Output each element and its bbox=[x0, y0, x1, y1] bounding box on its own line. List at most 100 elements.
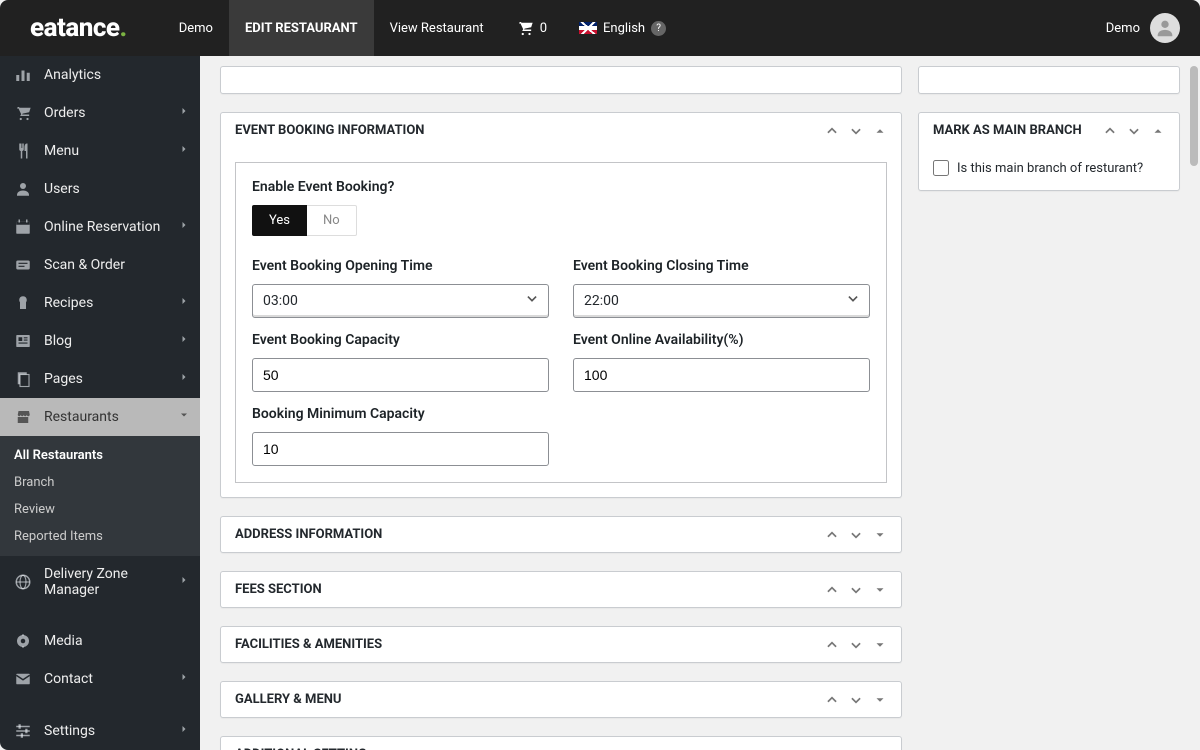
panel-main-branch: MARK AS MAIN BRANCH Is this main branch … bbox=[918, 112, 1180, 191]
panel-head-event-booking[interactable]: EVENT BOOKING INFORMATION bbox=[221, 113, 901, 148]
cart-icon bbox=[516, 19, 534, 37]
sidebar-item-pages[interactable]: Pages bbox=[0, 360, 200, 398]
logo-text: eatance bbox=[30, 13, 119, 43]
topnav-cart[interactable]: 0 bbox=[500, 0, 563, 56]
chevron-right-icon bbox=[178, 105, 190, 121]
sidebar-item-label: Media bbox=[44, 633, 83, 649]
subitem-all-restaurants[interactable]: All Restaurants bbox=[0, 442, 200, 469]
panel-head-address[interactable]: ADDRESS INFORMATION bbox=[221, 517, 901, 552]
logo-dot: . bbox=[119, 13, 126, 43]
store-icon bbox=[14, 408, 32, 426]
capacity-input[interactable] bbox=[252, 358, 549, 392]
move-up-icon[interactable] bbox=[1103, 124, 1117, 138]
availability-input[interactable] bbox=[573, 358, 870, 392]
closing-time-select[interactable]: 22:00 bbox=[573, 284, 870, 318]
move-up-icon[interactable] bbox=[825, 693, 839, 707]
move-down-icon[interactable] bbox=[849, 124, 863, 138]
topbar: eatance. Demo EDIT RESTAURANT View Resta… bbox=[0, 0, 1200, 56]
move-up-icon[interactable] bbox=[825, 638, 839, 652]
sidebar-item-label: Contact bbox=[44, 671, 93, 687]
closing-time-label: Event Booking Closing Time bbox=[573, 258, 870, 274]
sidebar-item-scan[interactable]: Scan & Order bbox=[0, 246, 200, 284]
enable-booking-label: Enable Event Booking? bbox=[252, 179, 870, 195]
sidebar-item-label: Users bbox=[44, 181, 80, 197]
topnav-view-restaurant[interactable]: View Restaurant bbox=[374, 0, 500, 56]
move-up-icon[interactable] bbox=[825, 124, 839, 138]
panel-gallery: GALLERY & MENU bbox=[220, 681, 902, 718]
toggle-no[interactable]: No bbox=[307, 205, 357, 236]
sidebar-item-label: Orders bbox=[44, 105, 86, 121]
subitem-branch[interactable]: Branch bbox=[0, 469, 200, 496]
move-down-icon[interactable] bbox=[849, 583, 863, 597]
enable-booking-toggle[interactable]: Yes No bbox=[252, 205, 870, 236]
event-booking-form: Enable Event Booking? Yes No Event Booki… bbox=[235, 162, 887, 483]
sidebar-item-media[interactable]: Media bbox=[0, 622, 200, 660]
recipe-icon bbox=[14, 294, 32, 312]
capacity-label: Event Booking Capacity bbox=[252, 332, 549, 348]
analytics-icon bbox=[14, 66, 32, 84]
user-name[interactable]: Demo bbox=[1106, 21, 1140, 36]
topnav-edit-restaurant[interactable]: EDIT RESTAURANT bbox=[229, 0, 374, 56]
panel-head-fees[interactable]: FEES SECTION bbox=[221, 572, 901, 607]
sidebar-item-label: Blog bbox=[44, 333, 72, 349]
opening-time-select[interactable]: 03:00 bbox=[252, 284, 549, 318]
expand-icon[interactable] bbox=[873, 638, 887, 652]
panel-head-gallery[interactable]: GALLERY & MENU bbox=[221, 682, 901, 717]
sidebar-item-reservation[interactable]: Online Reservation bbox=[0, 208, 200, 246]
scrollbar[interactable] bbox=[1190, 66, 1198, 166]
sidebar-subitems-restaurants: All Restaurants Branch Review Reported I… bbox=[0, 436, 200, 556]
main-branch-checkbox[interactable] bbox=[933, 160, 949, 176]
panel-fees: FEES SECTION bbox=[220, 571, 902, 608]
subitem-reported-items[interactable]: Reported Items bbox=[0, 523, 200, 550]
collapse-icon[interactable] bbox=[873, 124, 887, 138]
sidebar-item-label: Delivery Zone Manager bbox=[44, 566, 186, 598]
panel-head-facilities[interactable]: FACILITIES & AMENITIES bbox=[221, 627, 901, 662]
sidebar-item-menu[interactable]: Menu bbox=[0, 132, 200, 170]
expand-icon[interactable] bbox=[873, 583, 887, 597]
move-down-icon[interactable] bbox=[1127, 124, 1141, 138]
panel-title: FEES SECTION bbox=[235, 582, 825, 597]
subitem-review[interactable]: Review bbox=[0, 496, 200, 523]
topnav: Demo EDIT RESTAURANT View Restaurant 0 E… bbox=[163, 0, 682, 56]
topnav-demo[interactable]: Demo bbox=[163, 0, 229, 56]
sidebar-item-label: Scan & Order bbox=[44, 257, 125, 273]
sidebar-item-orders[interactable]: Orders bbox=[0, 94, 200, 132]
min-capacity-label: Booking Minimum Capacity bbox=[252, 406, 549, 422]
topnav-language[interactable]: English ? bbox=[563, 0, 682, 56]
sidebar-item-contact[interactable]: Contact bbox=[0, 660, 200, 698]
min-capacity-input[interactable] bbox=[252, 432, 549, 466]
chevron-down-icon bbox=[178, 409, 190, 425]
avatar[interactable] bbox=[1150, 13, 1180, 43]
chevron-right-icon bbox=[178, 371, 190, 387]
sidebar-item-settings[interactable]: Settings bbox=[0, 712, 200, 750]
cart-count: 0 bbox=[540, 21, 547, 36]
prev-panel-stub bbox=[220, 66, 902, 94]
menu-icon bbox=[14, 142, 32, 160]
move-up-icon[interactable] bbox=[825, 583, 839, 597]
panel-facilities: FACILITIES & AMENITIES bbox=[220, 626, 902, 663]
expand-icon[interactable] bbox=[873, 693, 887, 707]
chevron-right-icon bbox=[178, 333, 190, 349]
move-down-icon[interactable] bbox=[849, 693, 863, 707]
panel-head-main-branch[interactable]: MARK AS MAIN BRANCH bbox=[919, 113, 1179, 148]
move-up-icon[interactable] bbox=[825, 528, 839, 542]
logo[interactable]: eatance. bbox=[30, 13, 127, 43]
collapse-icon[interactable] bbox=[1151, 124, 1165, 138]
help-icon[interactable]: ? bbox=[651, 21, 666, 36]
sidebar-item-label: Menu bbox=[44, 143, 79, 159]
sidebar-item-delivery-zone[interactable]: Delivery Zone Manager bbox=[0, 556, 200, 608]
panel-head-additional[interactable]: ADDITIONAL SETTING bbox=[221, 737, 901, 750]
expand-icon[interactable] bbox=[873, 528, 887, 542]
toggle-yes[interactable]: Yes bbox=[252, 205, 307, 236]
sidebar-item-restaurants[interactable]: Restaurants bbox=[0, 398, 200, 436]
chevron-right-icon bbox=[178, 723, 190, 739]
move-down-icon[interactable] bbox=[849, 528, 863, 542]
sidebar-item-blog[interactable]: Blog bbox=[0, 322, 200, 360]
media-icon bbox=[14, 632, 32, 650]
pages-icon bbox=[14, 370, 32, 388]
panel-title: GALLERY & MENU bbox=[235, 692, 825, 707]
sidebar-item-recipes[interactable]: Recipes bbox=[0, 284, 200, 322]
sidebar-item-analytics[interactable]: Analytics bbox=[0, 56, 200, 94]
sidebar-item-users[interactable]: Users bbox=[0, 170, 200, 208]
move-down-icon[interactable] bbox=[849, 638, 863, 652]
